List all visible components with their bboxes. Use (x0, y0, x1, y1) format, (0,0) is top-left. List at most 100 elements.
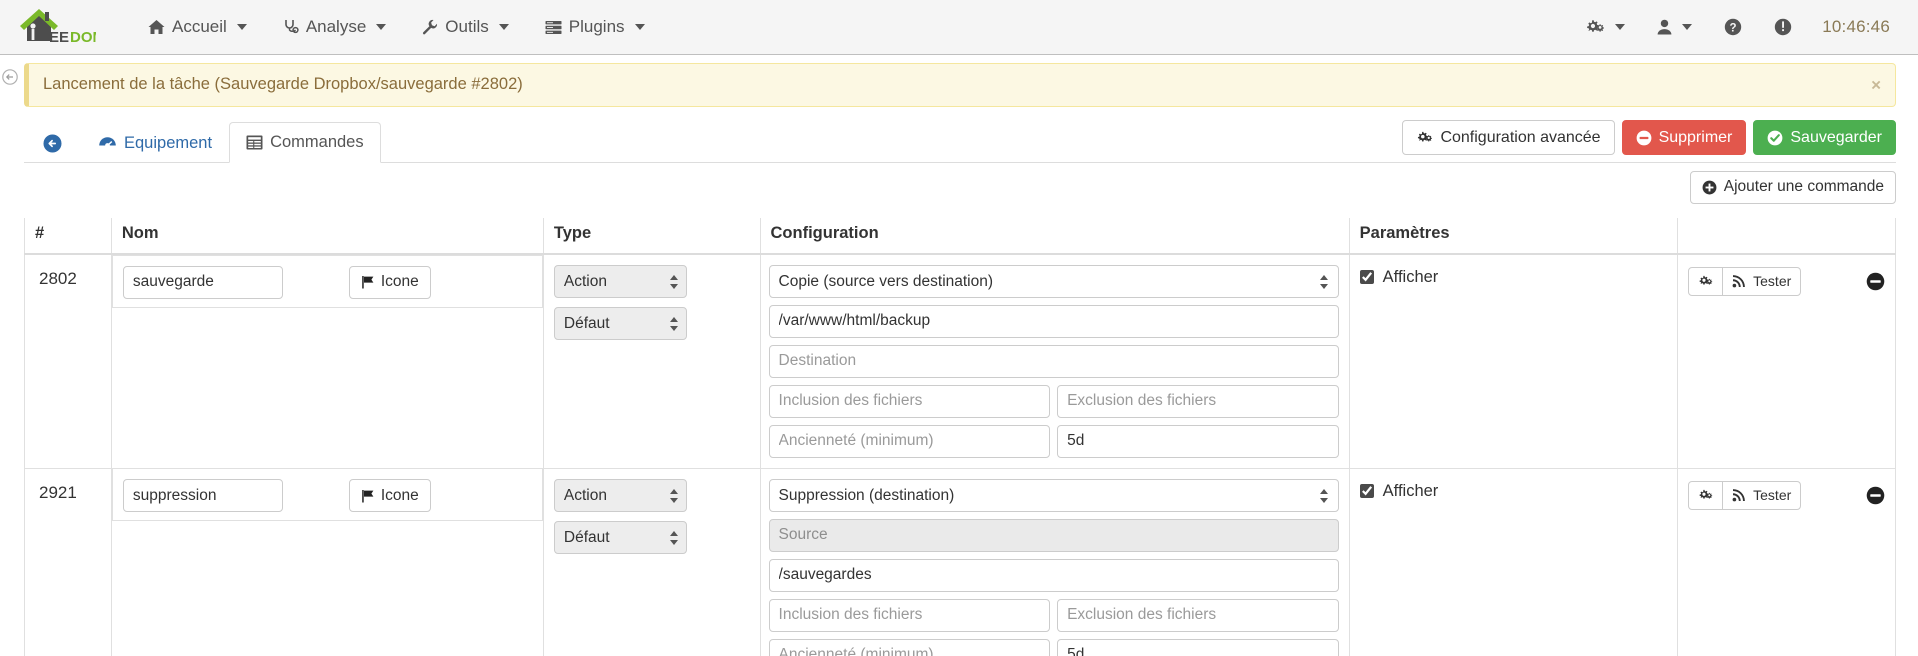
source-input (768, 518, 1339, 552)
chevron-down-icon (498, 24, 509, 30)
back-arrow-circle-icon (43, 134, 62, 153)
task-alert: Lancement de la tâche (Sauvegarde Dropbo… (24, 63, 1896, 107)
delete-label: Supprimer (1658, 129, 1733, 146)
config-action-select[interactable]: Suppression (destination) (768, 478, 1339, 512)
command-config-button[interactable] (1688, 266, 1724, 296)
filters-row (768, 598, 1339, 632)
row-type-cell: Action Défaut (542, 253, 761, 469)
afficher-checkbox-row[interactable]: Afficher (1359, 268, 1667, 287)
inclusion-input[interactable] (768, 598, 1051, 632)
row-nom-cell: Icone (111, 468, 543, 522)
nav-item-accueil-label: Accueil (172, 17, 227, 36)
minus-circle-icon (1636, 130, 1652, 146)
main-menu: Accueil Analyse Outils Plugins (130, 0, 663, 54)
nav-item-settings[interactable] (1569, 0, 1641, 54)
user-icon (1657, 19, 1672, 35)
svg-text:?: ? (1730, 22, 1737, 34)
add-command-label: Ajouter une commande (1723, 178, 1884, 196)
chevron-down-icon (1682, 24, 1693, 30)
command-type-select[interactable]: Action (553, 478, 687, 512)
icon-picker-button[interactable]: Icone (348, 479, 431, 513)
afficher-checkbox-row[interactable]: Afficher (1359, 482, 1667, 501)
destination-input[interactable] (768, 344, 1339, 378)
delete-button[interactable]: Supprimer (1621, 120, 1747, 156)
clock: 10:46:46 (1822, 17, 1890, 36)
command-type-select[interactable]: Action (553, 264, 687, 298)
server-icon (545, 20, 562, 35)
info-circle-icon (1774, 18, 1792, 36)
table-header-row: # Nom Type Configuration Paramètres (24, 217, 1896, 255)
remove-command-icon[interactable] (1866, 486, 1885, 505)
anciennete-input[interactable] (768, 638, 1051, 656)
tab-back[interactable] (24, 123, 81, 163)
tab-commandes[interactable]: Commandes (229, 122, 381, 164)
afficher-checkbox[interactable] (1359, 484, 1374, 499)
row-nom-cell: Icone (111, 254, 543, 308)
row-id: 2921 (24, 467, 112, 656)
afficher-checkbox[interactable] (1359, 270, 1374, 285)
test-label: Tester (1753, 486, 1792, 503)
table-body: 2802 Icone Action (24, 253, 1896, 656)
dashboard-icon (98, 136, 117, 152)
row-param-cell: Afficher (1348, 253, 1679, 469)
exclusion-input[interactable] (1057, 598, 1339, 632)
command-subtype-select[interactable]: Défaut (553, 520, 687, 554)
header-configuration: Configuration (759, 217, 1350, 255)
add-command-row: Ajouter une commande (24, 171, 1896, 204)
add-command-button[interactable]: Ajouter une commande (1689, 171, 1896, 204)
chevron-down-icon (376, 24, 387, 30)
exclusion-input[interactable] (1057, 384, 1339, 418)
alert-close-icon[interactable]: × (1871, 77, 1881, 94)
source-input[interactable] (768, 304, 1339, 338)
inclusion-input[interactable] (768, 384, 1051, 418)
alert-message: Lancement de la tâche (Sauvegarde Dropbo… (43, 75, 523, 93)
command-name-input[interactable] (122, 479, 283, 513)
nav-item-user[interactable] (1641, 0, 1708, 54)
table-head: # Nom Type Configuration Paramètres (24, 217, 1896, 255)
table-row: 2802 Icone Action (24, 253, 1896, 469)
tabs-toolbar: Equipement Commandes Configuration avanc… (24, 120, 1896, 164)
subtype-select-wrap: Défaut (553, 520, 687, 554)
gears-icon (1698, 488, 1713, 502)
test-command-button[interactable]: Tester (1722, 480, 1802, 510)
nav-item-analyse[interactable]: Analyse (265, 0, 404, 54)
row-actions-cell: Tester (1677, 253, 1896, 469)
command-subtype-select[interactable]: Défaut (553, 306, 687, 340)
config-action-select[interactable]: Copie (source vers destination) (768, 264, 1339, 298)
remove-command-icon[interactable] (1866, 272, 1885, 291)
nav-item-info[interactable] (1758, 0, 1808, 54)
nav-item-outils-label: Outils (445, 17, 489, 36)
nav-item-outils[interactable]: Outils (404, 0, 526, 54)
rss-icon (1732, 274, 1746, 288)
gears-icon (1416, 130, 1433, 145)
test-command-button[interactable]: Tester (1722, 266, 1802, 296)
nav-item-help[interactable]: ? (1708, 0, 1758, 54)
duree-input[interactable] (1057, 638, 1339, 656)
gears-icon (1585, 18, 1605, 36)
save-button[interactable]: Sauvegarder (1753, 120, 1896, 156)
chevron-down-icon (1615, 24, 1626, 30)
duree-input[interactable] (1057, 424, 1339, 458)
destination-input[interactable] (768, 558, 1339, 592)
nav-item-plugins[interactable]: Plugins (527, 0, 663, 54)
row-actions-cell: Tester (1677, 467, 1896, 656)
tab-equipement[interactable]: Equipement (81, 123, 229, 163)
header-type: Type (542, 217, 761, 255)
row-action-group: Tester (1688, 480, 1802, 510)
commands-table-container: # Nom Type Configuration Paramètres 2802 (24, 217, 1896, 656)
jeedom-logo[interactable]: EE DOM (0, 0, 110, 54)
advanced-config-button[interactable]: Configuration avancée (1402, 120, 1615, 156)
chevron-down-icon (634, 24, 645, 30)
anciennete-row (768, 638, 1339, 656)
command-config-button[interactable] (1688, 480, 1724, 510)
row-action-group: Tester (1688, 266, 1802, 296)
tab-equipement-label: Equipement (124, 134, 213, 153)
row-config-cell: Copie (source vers destination) (759, 253, 1350, 469)
command-name-input[interactable] (122, 265, 283, 299)
action-select-wrap: Suppression (destination) (768, 478, 1339, 512)
icon-picker-button[interactable]: Icone (348, 265, 431, 299)
anciennete-input[interactable] (768, 424, 1051, 458)
nav-item-accueil[interactable]: Accueil (130, 0, 265, 54)
wrench-icon (422, 19, 438, 35)
collapse-sidebar-icon[interactable] (2, 69, 20, 87)
